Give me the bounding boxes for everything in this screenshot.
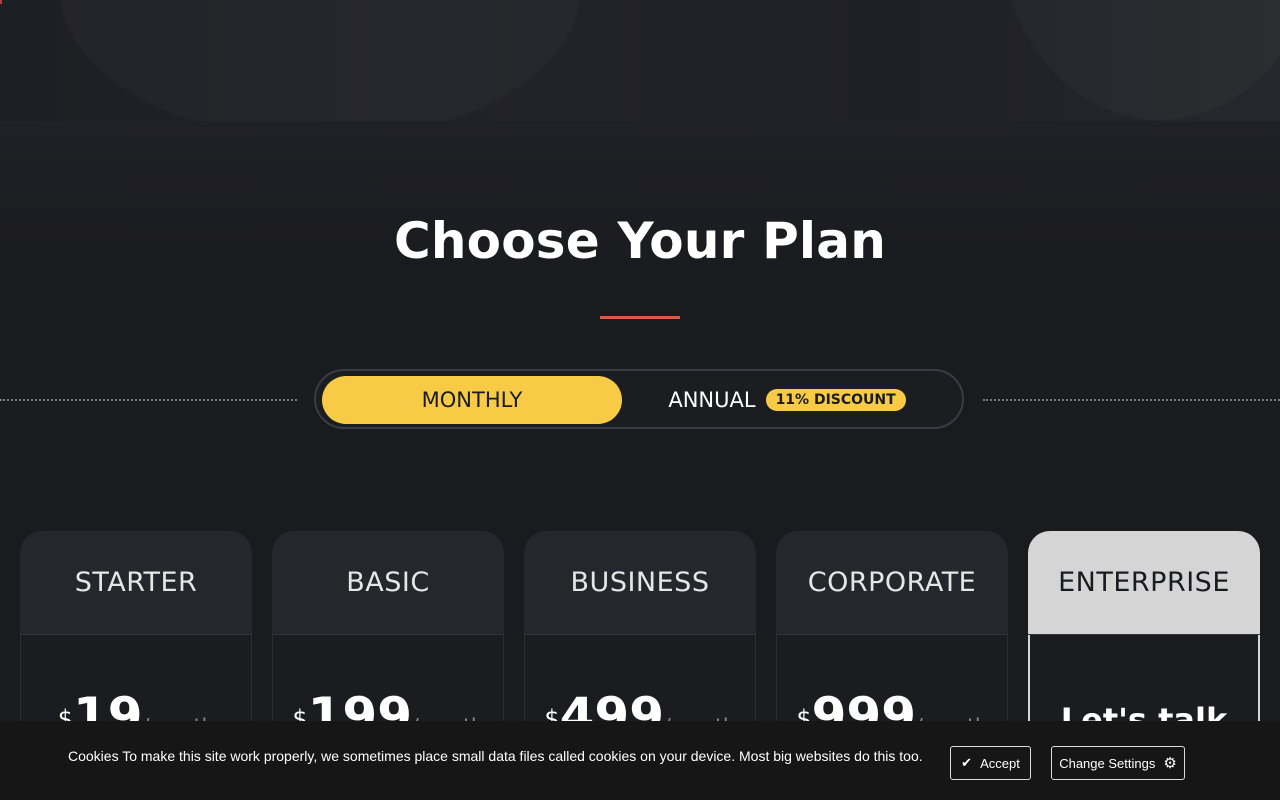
plan-name: ENTERPRISE bbox=[1028, 531, 1260, 635]
title-underline bbox=[600, 316, 680, 319]
check-icon: ✔ bbox=[961, 755, 973, 770]
hero-decor-shape bbox=[60, 0, 580, 121]
annual-label: ANNUAL bbox=[668, 388, 756, 412]
toggle-divider-right bbox=[983, 399, 1280, 401]
hero-banner bbox=[0, 0, 1280, 121]
settings-label: Change Settings bbox=[1059, 755, 1156, 771]
plan-name: BASIC bbox=[272, 531, 504, 635]
gear-icon: ⚙ bbox=[1163, 755, 1177, 772]
plan-name: BUSINESS bbox=[524, 531, 756, 635]
hero-decor-shape bbox=[1000, 0, 1280, 120]
hero-corner-mark bbox=[0, 0, 2, 4]
change-settings-button[interactable]: Change Settings ⚙ bbox=[1051, 746, 1185, 780]
plan-name: STARTER bbox=[20, 531, 252, 635]
monthly-toggle-button[interactable]: MONTHLY bbox=[322, 376, 622, 424]
page-title: Choose Your Plan bbox=[393, 212, 887, 270]
accept-label: Accept bbox=[980, 755, 1020, 771]
accept-cookies-button[interactable]: ✔ Accept bbox=[950, 746, 1031, 780]
monthly-label: MONTHLY bbox=[421, 388, 523, 412]
cookie-banner: Cookies To make this site work properly,… bbox=[0, 721, 1280, 800]
plan-name: CORPORATE bbox=[776, 531, 1008, 635]
discount-badge: 11% DISCOUNT bbox=[765, 389, 906, 411]
cookie-text: Cookies To make this site work properly,… bbox=[68, 748, 923, 764]
annual-toggle-button[interactable]: ANNUAL 11% DISCOUNT bbox=[622, 376, 952, 424]
billing-period-toggle: MONTHLY ANNUAL 11% DISCOUNT bbox=[314, 369, 964, 429]
toggle-divider-left bbox=[0, 399, 297, 401]
